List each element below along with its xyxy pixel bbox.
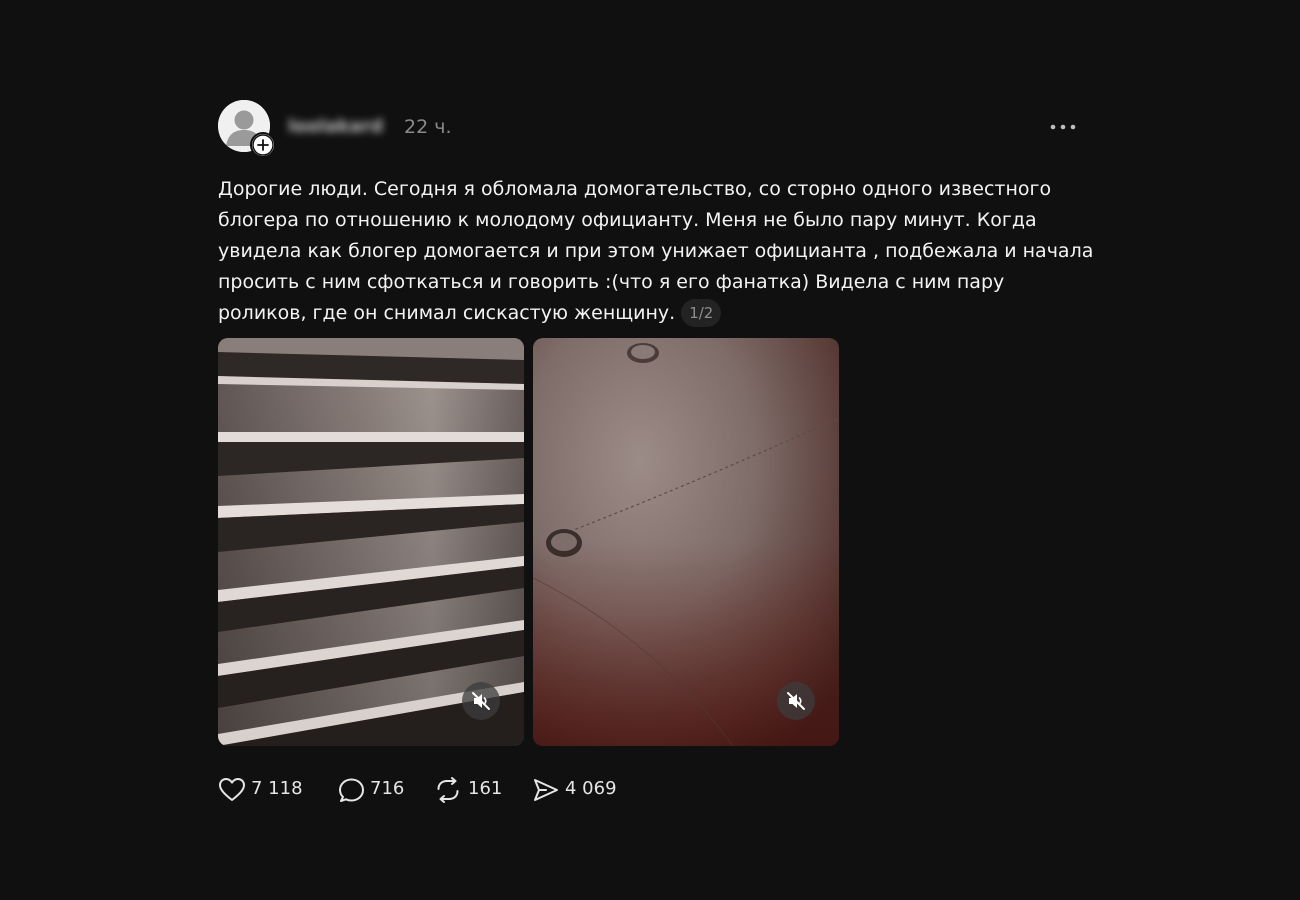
more-options-button[interactable] [1046,114,1080,140]
volume-muted-icon [472,692,490,710]
share-count: 4 069 [565,778,617,799]
username[interactable]: loolakard [288,117,383,137]
video-thumbnail-2[interactable] [533,338,839,746]
post: loolakard 22 ч. Дорогие люди. Сегодня я … [218,100,1093,803]
post-text: Дорогие люди. Сегодня я обломала домогат… [218,174,1094,329]
send-icon [534,779,558,801]
follow-button[interactable] [250,132,276,158]
post-text-line: роликов, где он снимал сискастую женщину… [218,302,676,324]
post-text-line: блогера по отношению к молодому официант… [218,209,1037,231]
post-header: loolakard 22 ч. [218,100,1080,158]
video-thumbnail-1[interactable] [218,338,524,746]
post-text-line: просить с ним сфоткаться и говорить :(чт… [218,271,1005,293]
plus-icon [252,134,274,156]
more-horizontal-icon [1050,124,1076,130]
repost-icon [437,777,459,803]
heart-icon [219,778,245,801]
mute-toggle-button[interactable] [462,682,500,720]
page-indicator: 1/2 [681,299,722,327]
post-text-last-line: роликов, где он снимал сискастую женщину… [218,298,1080,329]
timestamp[interactable]: 22 ч. [404,116,451,138]
volume-muted-icon [787,692,805,710]
comment-icon [339,778,364,802]
post-text-line: Дорогие люди. Сегодня я обломала домогат… [218,178,1052,200]
mute-toggle-button[interactable] [777,682,815,720]
like-count: 7 118 [251,778,303,799]
comment-count: 716 [370,778,405,799]
repost-count: 161 [468,778,503,799]
post-text-line: увидела как блогер домогается и при этом… [218,240,1094,262]
